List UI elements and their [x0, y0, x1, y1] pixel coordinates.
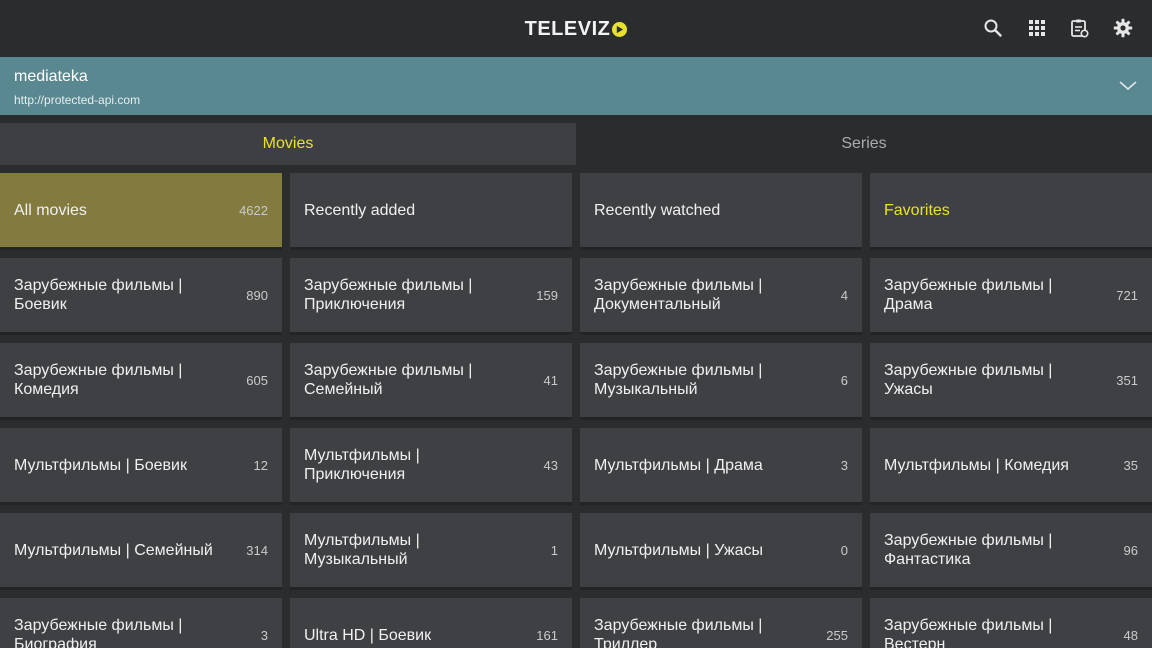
- category-tile[interactable]: Зарубежные фильмы | Вестерн 48: [870, 598, 1152, 648]
- category-tile[interactable]: Зарубежные фильмы | Приключения 159: [290, 258, 572, 335]
- category-count: 314: [246, 542, 268, 558]
- category-label: Мультфильмы | Драма: [594, 456, 763, 474]
- tab-movies[interactable]: Movies: [0, 123, 576, 165]
- category-label: Зарубежные фильмы | Документальный: [594, 277, 763, 313]
- category-label: Recently added: [304, 201, 416, 219]
- category-count: 4622: [239, 202, 268, 218]
- category-tile[interactable]: Зарубежные фильмы | Триллер 255: [580, 598, 862, 648]
- category-tile[interactable]: Мультфильмы | Приключения 43: [290, 428, 572, 505]
- category-tile[interactable]: Зарубежные фильмы | Документальный 4: [580, 258, 862, 335]
- category-tile[interactable]: Зарубежные фильмы | Ужасы 351: [870, 343, 1152, 420]
- category-tile[interactable]: Recently watched: [580, 173, 862, 250]
- category-label: Зарубежные фильмы | Приключения: [304, 277, 473, 313]
- category-count: 6: [840, 372, 848, 388]
- category-label: All movies: [14, 201, 87, 219]
- category-label: Ultra HD | Боевик: [304, 626, 432, 644]
- category-tile[interactable]: All movies 4622: [0, 173, 282, 250]
- category-tile[interactable]: Favorites: [870, 173, 1152, 250]
- category-label: Зарубежные фильмы | Комедия: [14, 362, 183, 398]
- category-label: Зарубежные фильмы | Вестерн: [884, 617, 1053, 648]
- category-label: Зарубежные фильмы | Драма: [884, 277, 1053, 313]
- category-tile[interactable]: Мультфильмы | Семейный 314: [0, 513, 282, 590]
- category-label: Мультфильмы | Комедия: [884, 456, 1069, 474]
- category-tile[interactable]: Мультфильмы | Ужасы 0: [580, 513, 862, 590]
- category-count: 351: [1116, 372, 1138, 388]
- logo-play-icon: [612, 21, 628, 37]
- category-label: Зарубежные фильмы | Музыкальный: [594, 362, 763, 398]
- app-logo: TELEVIZ: [0, 17, 1152, 41]
- category-count: 43: [543, 457, 558, 473]
- category-tile[interactable]: Мультфильмы | Комедия 35: [870, 428, 1152, 505]
- category-count: 3: [840, 457, 848, 473]
- category-count: 41: [543, 372, 558, 388]
- content-tabs: Movies Series: [0, 123, 1152, 165]
- category-label: Зарубежные фильмы | Боевик: [14, 277, 183, 313]
- category-count: 48: [1123, 627, 1138, 643]
- category-count: 1: [550, 542, 558, 558]
- category-tile[interactable]: Зарубежные фильмы | Комедия 605: [0, 343, 282, 420]
- category-tile[interactable]: Recently added: [290, 173, 572, 250]
- category-count: 4: [840, 287, 848, 303]
- category-label: Recently watched: [594, 201, 721, 219]
- category-label: Зарубежные фильмы | Биография: [14, 617, 183, 648]
- category-label: Мультфильмы | Музыкальный: [304, 532, 420, 568]
- category-label: Мультфильмы | Приключения: [304, 447, 420, 483]
- category-count: 96: [1123, 542, 1138, 558]
- category-tile[interactable]: Зарубежные фильмы | Боевик 890: [0, 258, 282, 335]
- category-tile[interactable]: Зарубежные фильмы | Биография 3: [0, 598, 282, 648]
- category-count: 890: [246, 287, 268, 303]
- category-label: Зарубежные фильмы | Ужасы: [884, 362, 1053, 398]
- category-count: 161: [536, 627, 558, 643]
- category-count: 255: [826, 627, 848, 643]
- source-selector[interactable]: mediateka http://protected-api.com: [0, 57, 1152, 115]
- category-tile[interactable]: Мультфильмы | Музыкальный 1: [290, 513, 572, 590]
- category-label: Favorites: [884, 201, 950, 219]
- category-label: Мультфильмы | Ужасы: [594, 541, 763, 559]
- search-icon[interactable]: [981, 16, 1005, 40]
- top-bar: TELEVIZ: [0, 0, 1152, 57]
- apps-grid-icon[interactable]: [1025, 16, 1049, 40]
- category-count: 35: [1123, 457, 1138, 473]
- category-count: 3: [260, 627, 268, 643]
- category-tile[interactable]: Зарубежные фильмы | Семейный 41: [290, 343, 572, 420]
- category-tile[interactable]: Зарубежные фильмы | Музыкальный 6: [580, 343, 862, 420]
- playlist-icon[interactable]: [1067, 16, 1091, 40]
- source-url: http://protected-api.com: [14, 93, 141, 107]
- category-tile[interactable]: Ultra HD | Боевик 161: [290, 598, 572, 648]
- category-label: Зарубежные фильмы | Семейный: [304, 362, 473, 398]
- category-tile[interactable]: Зарубежные фильмы | Драма 721: [870, 258, 1152, 335]
- category-count: 721: [1116, 287, 1138, 303]
- source-name: mediateka: [14, 68, 88, 85]
- category-count: 159: [536, 287, 558, 303]
- tab-series[interactable]: Series: [576, 123, 1152, 165]
- category-tile[interactable]: Мультфильмы | Драма 3: [580, 428, 862, 505]
- category-label: Мультфильмы | Семейный: [14, 541, 213, 559]
- gear-icon[interactable]: [1111, 16, 1135, 40]
- category-label: Мультфильмы | Боевик: [14, 456, 187, 474]
- category-count: 605: [246, 372, 268, 388]
- category-label: Зарубежные фильмы | Фантастика: [884, 532, 1053, 568]
- category-grid: All movies 4622 Recently added Recently wat…: [0, 173, 1152, 648]
- chevron-down-icon[interactable]: [1118, 77, 1138, 95]
- category-tile[interactable]: Зарубежные фильмы | Фантастика 96: [870, 513, 1152, 590]
- category-label: Зарубежные фильмы | Триллер: [594, 617, 763, 648]
- category-count: 12: [253, 457, 268, 473]
- category-count: 0: [840, 542, 848, 558]
- logo-text: TELEVIZ: [524, 18, 611, 40]
- category-tile[interactable]: Мультфильмы | Боевик 12: [0, 428, 282, 505]
